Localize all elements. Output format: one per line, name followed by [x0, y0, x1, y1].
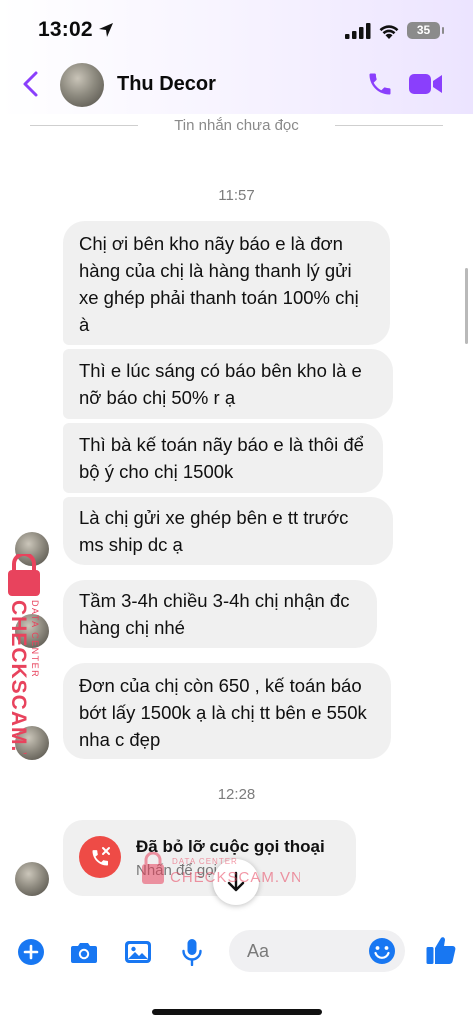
- timestamp: 11:57: [218, 187, 255, 204]
- unread-divider: Tin nhắn chưa đọc: [30, 114, 443, 138]
- wifi-icon: [379, 25, 399, 39]
- battery-icon: 35: [407, 22, 444, 39]
- back-icon[interactable]: [20, 70, 42, 98]
- sender-avatar[interactable]: [15, 862, 49, 896]
- emoji-icon[interactable]: [368, 937, 396, 965]
- svg-text:CHECKSCAM.VN: CHECKSCAM.VN: [7, 600, 30, 754]
- watermark-vertical: CHECKSCAM.VN DATA CENTER: [4, 552, 50, 784]
- message-bubble[interactable]: Đơn của chị còn 650 , kế toán báo bớt lấ…: [63, 663, 391, 759]
- svg-text:DATA CENTER: DATA CENTER: [172, 857, 238, 866]
- mic-icon[interactable]: [178, 938, 206, 966]
- message-list[interactable]: Tin nhắn chưa đọc 11:57 Chị ơi bên kho n…: [0, 114, 473, 924]
- message-bubble[interactable]: Tầm 3-4h chiều 3-4h chị nhận đc hàng chị…: [63, 580, 377, 648]
- phone-icon[interactable]: [366, 70, 394, 98]
- svg-text:CHECKSCAM.VN: CHECKSCAM.VN: [170, 869, 300, 886]
- image-icon[interactable]: [124, 938, 152, 966]
- missed-call-icon: [79, 836, 121, 878]
- svg-text:DATA CENTER: DATA CENTER: [30, 600, 40, 678]
- contact-avatar[interactable]: [60, 63, 104, 107]
- scrollbar[interactable]: [465, 268, 468, 344]
- camera-icon[interactable]: [70, 938, 98, 966]
- status-bar: 13:02 35: [0, 0, 473, 58]
- status-time: 13:02: [38, 18, 93, 41]
- plus-icon[interactable]: [17, 938, 45, 966]
- battery-level: 35: [416, 23, 431, 37]
- timestamp: 12:28: [217, 786, 256, 803]
- message-bubble[interactable]: Thì bà kế toán nãy báo e là thôi để bộ ý…: [63, 423, 383, 493]
- composer: [0, 924, 473, 1024]
- like-icon[interactable]: [425, 934, 457, 966]
- contact-name[interactable]: Thu Decor: [117, 73, 216, 96]
- message-bubble[interactable]: Thì e lúc sáng có báo bên kho là e nỡ bá…: [63, 349, 393, 419]
- location-arrow-icon: [99, 23, 113, 37]
- watermark-center: DATA CENTER CHECKSCAM.VN: [140, 851, 302, 888]
- signal-icon: [345, 23, 371, 39]
- message-bubble[interactable]: Là chị gửi xe ghép bên e tt trước ms shi…: [63, 497, 393, 565]
- home-indicator: [152, 1009, 322, 1015]
- message-bubble[interactable]: Chị ơi bên kho nãy báo e là đơn hàng của…: [63, 221, 390, 345]
- chat-header: Thu Decor: [0, 58, 473, 114]
- video-icon[interactable]: [409, 72, 443, 96]
